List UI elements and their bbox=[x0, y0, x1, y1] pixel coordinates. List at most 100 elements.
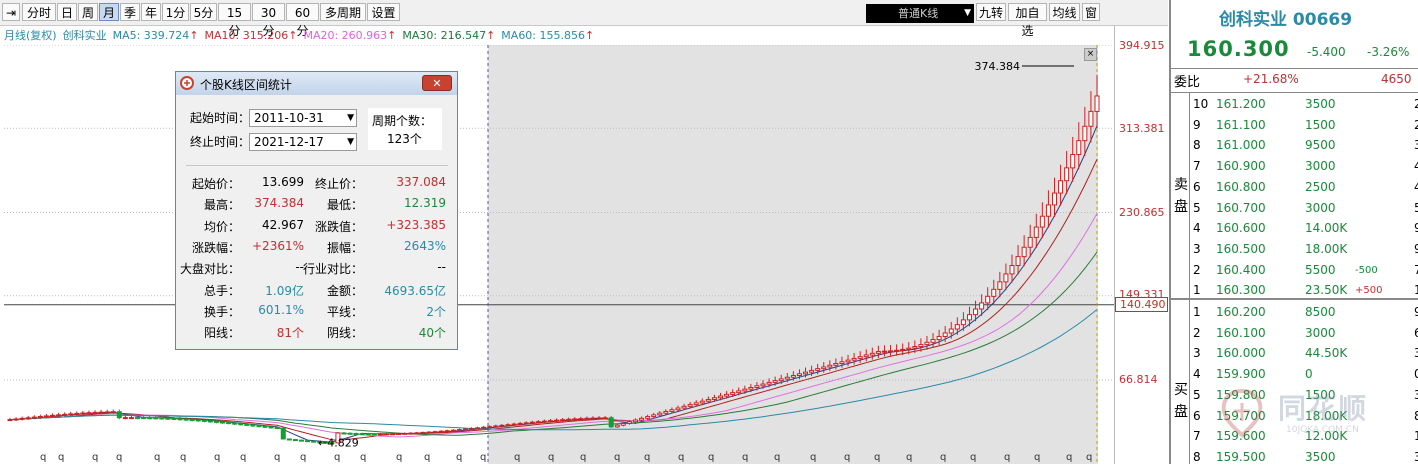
buy-order-row[interactable]: 2 160.100 3000 6 bbox=[1191, 323, 1418, 344]
period-label[interactable]: 月线(复权) bbox=[4, 29, 57, 42]
period-tab-5[interactable]: 年 bbox=[141, 3, 161, 21]
candle-body bbox=[578, 418, 584, 421]
candle-body bbox=[669, 409, 675, 412]
brand-logo-icon bbox=[1221, 388, 1263, 438]
stock-code: 00669 bbox=[1292, 10, 1353, 30]
start-date-select[interactable]: 2011-10-31 ▼ bbox=[249, 109, 357, 127]
sell-order-row[interactable]: 7 160.900 3000 4 bbox=[1191, 156, 1418, 177]
sell-order-row[interactable]: 6 160.800 2500 4 bbox=[1191, 177, 1418, 198]
toolbar-right-button-0[interactable]: 九转 bbox=[976, 3, 1006, 21]
collapse-left-icon[interactable]: ⇥ bbox=[2, 3, 20, 21]
end-date-select[interactable]: 2021-12-17 ▼ bbox=[249, 133, 357, 151]
ma10-label: MA10: 315.206↑ bbox=[204, 29, 298, 42]
sell-order-row[interactable]: 5 160.700 3000 5 bbox=[1191, 198, 1418, 219]
candle-body bbox=[25, 417, 31, 420]
divider bbox=[1171, 92, 1418, 93]
candle-body bbox=[201, 419, 207, 422]
stat-down-value: 40个 bbox=[418, 326, 446, 341]
period-tab-6[interactable]: 1分 bbox=[162, 3, 189, 21]
buy-order-row[interactable]: 8 159.500 3500 3 bbox=[1191, 447, 1418, 468]
candle-body bbox=[274, 427, 280, 430]
date-tick: q bbox=[970, 452, 976, 463]
candle-body bbox=[930, 339, 936, 343]
chevron-down-icon: ▼ bbox=[347, 113, 354, 123]
dialog-titlebar[interactable]: 个股K线区间统计 ✕ bbox=[176, 72, 457, 95]
period-tab-8[interactable]: 15分 bbox=[218, 3, 251, 38]
close-icon[interactable]: ✕ bbox=[422, 75, 452, 91]
period-tab-11[interactable]: 多周期 bbox=[320, 3, 366, 21]
close-overlay-icon[interactable]: × bbox=[1084, 48, 1097, 61]
candle-body bbox=[979, 302, 985, 310]
candle-body bbox=[268, 426, 274, 429]
candle-body bbox=[960, 319, 966, 326]
date-tick: q bbox=[58, 452, 64, 463]
order-vol: 3500 bbox=[1305, 97, 1336, 111]
candle-body bbox=[760, 383, 766, 387]
stat-market-label: 大盘对比： bbox=[180, 262, 241, 277]
period-tab-2[interactable]: 周 bbox=[78, 3, 98, 21]
period-tab-12[interactable]: 设置 bbox=[367, 3, 400, 21]
candle-body bbox=[1045, 204, 1051, 217]
sell-order-row[interactable]: 4 160.600 14.00K 9 bbox=[1191, 218, 1418, 239]
toolbar-right-button-1[interactable]: 加自选 bbox=[1008, 3, 1047, 38]
buy-order-row[interactable]: 1 160.200 8500 9 bbox=[1191, 302, 1418, 323]
candle-body bbox=[371, 433, 377, 436]
candle-body bbox=[1076, 140, 1082, 156]
kline-chart[interactable]: 374.384 ←4.829 q q q q q q q q q q q q q q q q q q q q q q q q q q… bbox=[4, 45, 1114, 464]
candle-body bbox=[226, 422, 232, 425]
candle-body bbox=[1033, 226, 1039, 238]
order-vol: 44.50K bbox=[1305, 346, 1348, 361]
candle-body bbox=[717, 395, 723, 399]
sell-order-row[interactable]: 8 161.000 9500 3 bbox=[1191, 135, 1418, 156]
candle-body bbox=[645, 416, 651, 419]
candle-body bbox=[839, 361, 845, 365]
candle-body bbox=[1088, 110, 1094, 127]
stat-market-value: -- bbox=[295, 260, 304, 275]
candle-body bbox=[875, 351, 881, 354]
sell-side-label: 卖盘 bbox=[1174, 177, 1188, 215]
candle-body bbox=[584, 417, 590, 420]
sell-order-row[interactable]: 10 161.200 3500 2 bbox=[1191, 94, 1418, 115]
candle-body bbox=[128, 417, 134, 420]
sell-order-row[interactable]: 3 160.500 18.00K 9 bbox=[1191, 239, 1418, 260]
period-tab-1[interactable]: 日 bbox=[57, 3, 77, 21]
toolbar-right-button-2[interactable]: 均线 bbox=[1049, 3, 1080, 21]
order-idx: 3 bbox=[1193, 346, 1201, 361]
date-tick: q bbox=[906, 452, 912, 463]
candle-body bbox=[402, 432, 408, 435]
period-tab-7[interactable]: 5分 bbox=[190, 3, 217, 21]
candle-body bbox=[122, 417, 128, 420]
date-tick: q bbox=[548, 452, 554, 463]
candle-body bbox=[888, 350, 894, 353]
sell-order-row[interactable]: 9 161.100 1500 2 bbox=[1191, 115, 1418, 136]
order-extra: 38 bbox=[1414, 346, 1418, 361]
candle-body bbox=[499, 424, 505, 427]
sell-order-row[interactable]: 2 160.400 5500 -500 7 bbox=[1191, 260, 1418, 281]
candle-body bbox=[687, 404, 693, 407]
period-tab-9[interactable]: 30分 bbox=[252, 3, 285, 38]
period-tab-0[interactable]: 分时 bbox=[22, 3, 56, 21]
ma5-label: MA5: 339.724↑ bbox=[112, 29, 199, 42]
period-tab-3[interactable]: 月 bbox=[99, 3, 119, 21]
toolbar-right-button-3[interactable]: 窗 bbox=[1082, 3, 1100, 21]
candle-body bbox=[1021, 246, 1027, 258]
order-price: 159.900 bbox=[1216, 367, 1266, 382]
order-idx: 2 bbox=[1193, 325, 1201, 340]
candle-body bbox=[529, 421, 535, 424]
candle-body bbox=[68, 413, 74, 416]
candle-body bbox=[62, 413, 68, 416]
candle-body bbox=[511, 423, 517, 426]
candle-body bbox=[869, 352, 875, 356]
date-tick: q bbox=[480, 452, 486, 463]
period-tab-10[interactable]: 60分 bbox=[286, 3, 319, 38]
start-time-label: 起始时间： bbox=[190, 111, 251, 125]
candle-body bbox=[748, 386, 754, 390]
buy-order-row[interactable]: 3 160.000 44.50K 38 bbox=[1191, 343, 1418, 364]
candle-body bbox=[487, 426, 493, 429]
candle-body bbox=[894, 349, 900, 352]
order-vol: 3000 bbox=[1305, 200, 1336, 215]
period-tab-4[interactable]: 季 bbox=[120, 3, 140, 21]
buy-order-row[interactable]: 4 159.900 0 0 bbox=[1191, 364, 1418, 385]
kline-type-select[interactable]: 普通K线 ▼ bbox=[866, 4, 974, 23]
price-change: -5.400 bbox=[1307, 45, 1346, 59]
